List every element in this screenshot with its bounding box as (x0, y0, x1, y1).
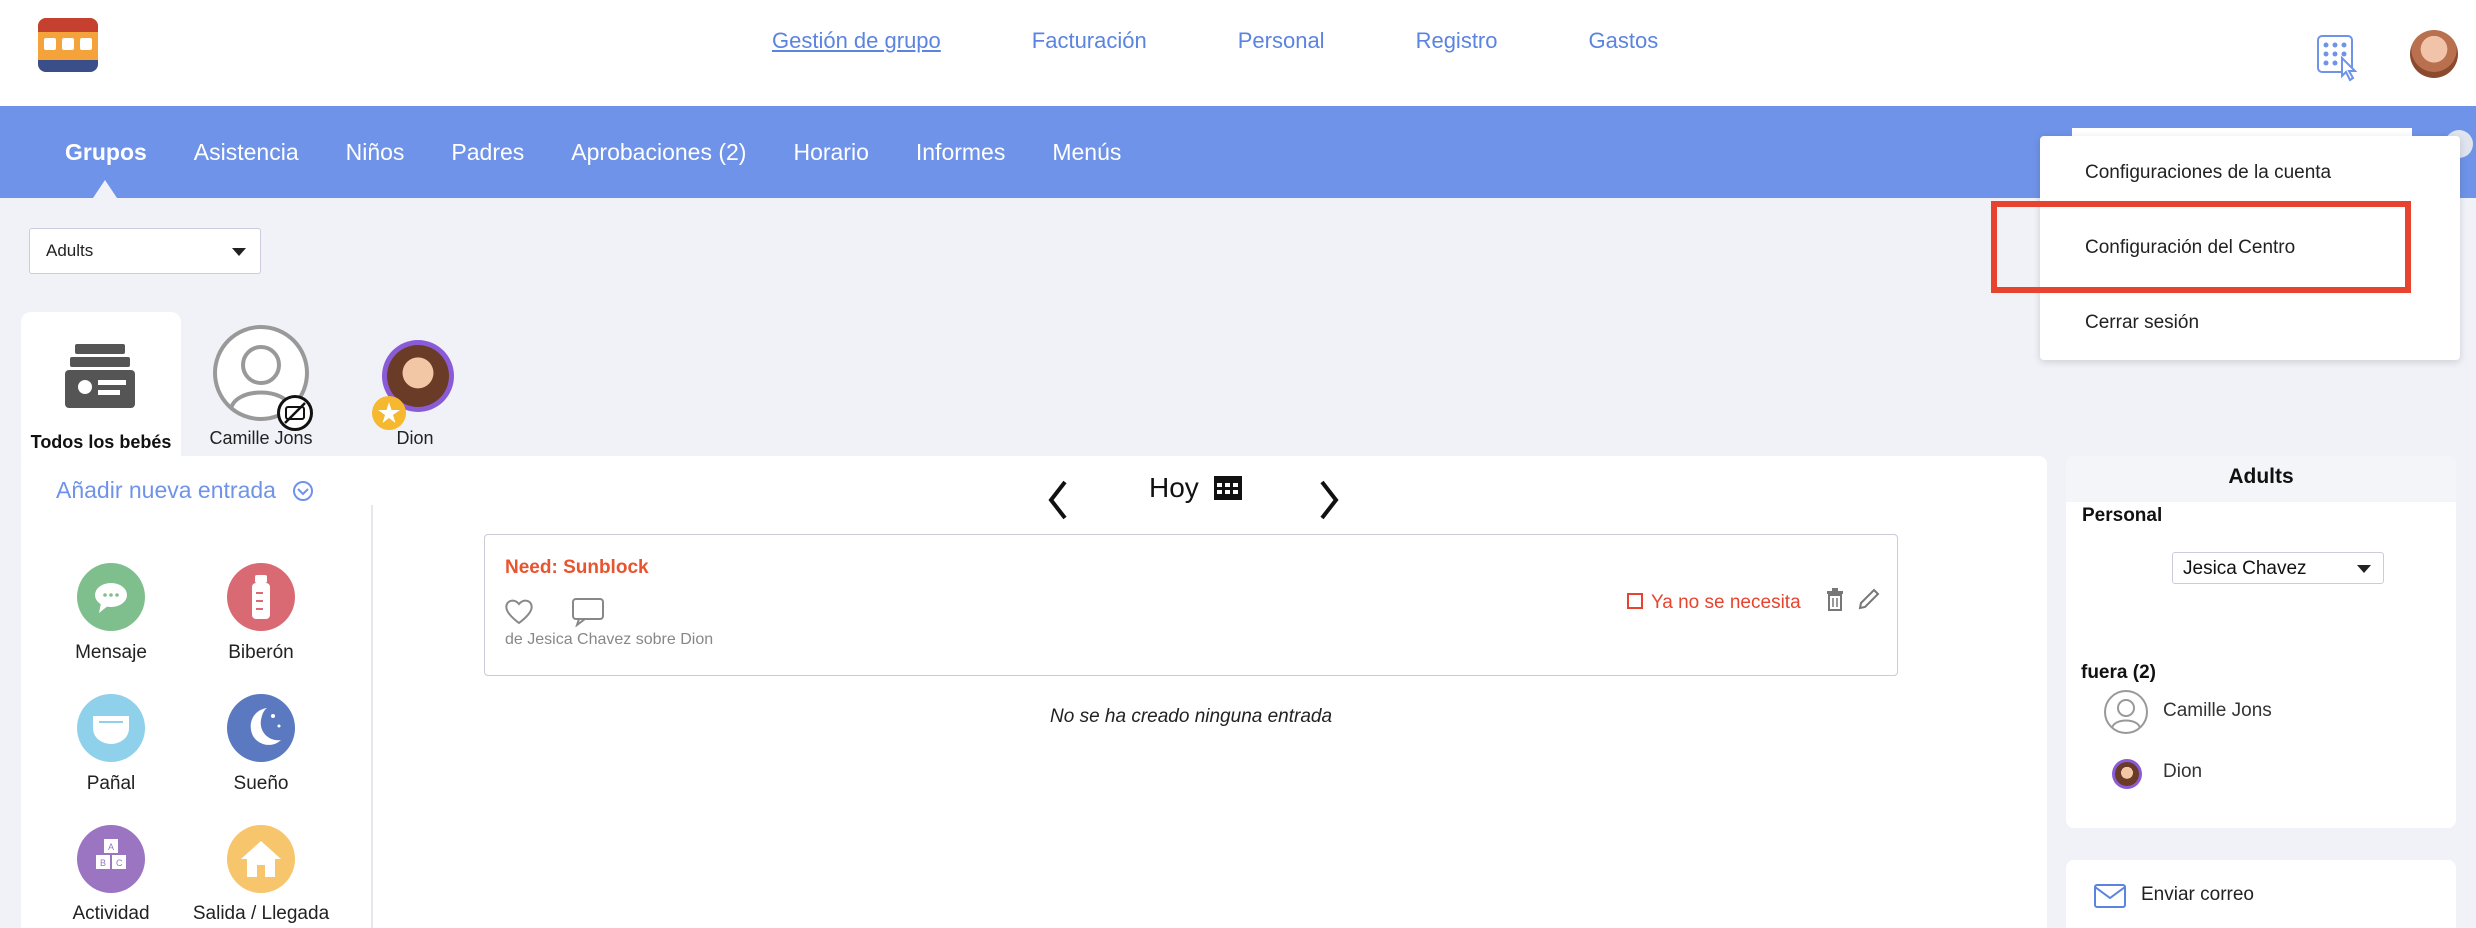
keypad-icon[interactable] (2316, 34, 2360, 82)
calendar-icon[interactable] (1213, 473, 1243, 501)
tab-horario[interactable]: Horario (793, 139, 868, 166)
empty-state-text: No se ha creado ninguna entrada (1050, 706, 1333, 727)
toplink-gastos[interactable]: Gastos (1589, 28, 1659, 54)
tab-ninos[interactable]: Niños (346, 139, 405, 166)
message-icon[interactable] (77, 563, 145, 631)
toplink-gestion-de-grupo[interactable]: Gestión de grupo (772, 28, 941, 54)
blocks-icon[interactable]: ABC (77, 825, 145, 893)
diaper-icon[interactable] (77, 694, 145, 762)
next-day-button[interactable] (1316, 478, 1342, 532)
child-name-dion[interactable]: Dion (380, 428, 450, 449)
top-links: Gestión de grupo Facturación Personal Re… (772, 28, 1749, 54)
menu-item-account-settings[interactable]: Configuraciones de la cuenta (2085, 162, 2331, 184)
trash-icon[interactable] (1825, 587, 1845, 611)
entry-card: Need: Sunblock de Jesica Chavez sobre Di… (484, 534, 1898, 676)
staff-select[interactable]: Jesica Chavez (2172, 552, 2384, 584)
all-children-card[interactable]: Todos los bebés (21, 312, 181, 462)
panel-divider (371, 505, 373, 928)
comment-icon[interactable] (571, 597, 605, 627)
child-avatar-dion-small (2112, 759, 2142, 789)
not-needed-toggle[interactable]: Ya no se necesita (1627, 592, 1801, 614)
highlight-box (1991, 201, 2411, 293)
child-name-camille[interactable]: Camille Jons (205, 428, 317, 449)
toplink-personal[interactable]: Personal (1238, 28, 1325, 54)
toplink-facturacion[interactable]: Facturación (1032, 28, 1147, 54)
pencil-icon[interactable] (1857, 587, 1881, 611)
all-children-label: Todos los bebés (30, 432, 172, 452)
staff-select-value: Jesica Chavez (2183, 558, 2307, 579)
active-tab-indicator (93, 180, 117, 198)
prev-day-button[interactable] (1045, 478, 1071, 532)
main-panel (21, 456, 2047, 928)
activity-label-actividad: Actividad (72, 903, 150, 924)
group-select-value: Adults (46, 241, 94, 260)
chevron-down-icon (232, 248, 246, 256)
heart-icon[interactable] (503, 597, 535, 625)
activity-label-sueno: Sueño (233, 773, 289, 794)
svg-text:B: B (100, 858, 106, 868)
out-label: fuera (2) (2081, 662, 2156, 683)
house-icon[interactable] (227, 825, 295, 893)
add-entry-button[interactable]: Añadir nueva entrada (56, 477, 314, 504)
app-logo[interactable] (38, 18, 98, 72)
chevron-down-icon (2357, 565, 2371, 573)
tab-menus[interactable]: Menús (1052, 139, 1121, 166)
tab-asistencia[interactable]: Asistencia (194, 139, 299, 166)
activity-label-mensaje: Mensaje (75, 642, 147, 663)
out-child-camille[interactable]: Camille Jons (2163, 700, 2272, 722)
out-child-dion[interactable]: Dion (2163, 761, 2202, 783)
activity-label-salida-llegada: Salida / Llegada (192, 903, 330, 924)
entry-title: Need: Sunblock (505, 557, 649, 578)
id-card-stack-icon (65, 344, 135, 408)
person-icon (2104, 690, 2148, 734)
activity-label-panal: Pañal (86, 773, 136, 794)
chevron-circle-icon (293, 481, 314, 501)
no-photo-icon (277, 395, 313, 431)
star-badge-icon (372, 396, 406, 430)
date-label[interactable]: Hoy (1149, 472, 1243, 504)
moon-icon[interactable] (227, 694, 295, 762)
group-select[interactable]: Adults (29, 228, 261, 274)
user-avatar[interactable] (2410, 30, 2458, 78)
top-navigation: Gestión de grupo Facturación Personal Re… (0, 0, 2476, 106)
bottle-icon[interactable] (227, 563, 295, 631)
checkbox-icon[interactable] (1627, 593, 1643, 609)
menu-item-logout[interactable]: Cerrar sesión (2085, 312, 2199, 334)
staff-label: Personal (2082, 505, 2163, 526)
tab-aprobaciones[interactable]: Aprobaciones (2) (571, 139, 746, 166)
tab-padres[interactable]: Padres (451, 139, 524, 166)
activity-label-biberon: Biberón (228, 642, 294, 663)
sidebar-title: Adults (2066, 456, 2456, 502)
send-email-button[interactable]: Enviar correo (2141, 884, 2254, 906)
tab-informes[interactable]: Informes (916, 139, 1005, 166)
svg-text:A: A (108, 842, 114, 852)
svg-text:C: C (116, 858, 123, 868)
tab-grupos[interactable]: Grupos (65, 139, 147, 166)
toplink-registro[interactable]: Registro (1416, 28, 1498, 54)
mail-icon[interactable] (2094, 884, 2126, 908)
entry-meta: de Jesica Chavez sobre Dion (505, 631, 714, 648)
